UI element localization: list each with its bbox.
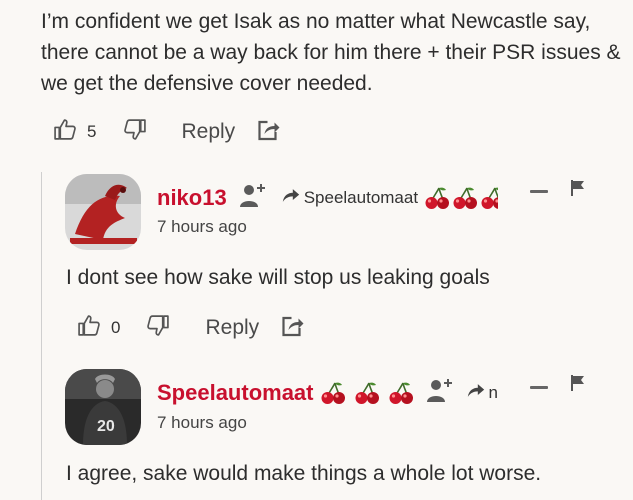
- thumbs-up-icon[interactable]: [77, 313, 102, 343]
- avatar[interactable]: 20: [65, 369, 141, 445]
- share-icon[interactable]: [256, 118, 281, 147]
- thumbs-up-icon[interactable]: [53, 117, 78, 147]
- collapse-icon[interactable]: [530, 190, 548, 193]
- add-user-icon[interactable]: [426, 377, 454, 408]
- add-user-icon[interactable]: [239, 182, 267, 213]
- player-avatar-image: 20: [65, 369, 141, 445]
- parent-comment-text: I’m confident we get Isak as no matter w…: [41, 10, 621, 95]
- cherry-icon: [480, 186, 498, 210]
- cherry-icon: [424, 186, 450, 210]
- comment-header: Speelautomaat n: [157, 377, 498, 408]
- reply-button[interactable]: Reply: [181, 120, 235, 144]
- cherry-icon: [354, 381, 380, 405]
- cherry-icon: [388, 381, 414, 405]
- reply-to[interactable]: n: [466, 382, 498, 404]
- reply-arrow-icon: [281, 187, 301, 209]
- timestamp: 7 hours ago: [157, 217, 247, 236]
- comment-text: I agree, sake would make things a whole …: [66, 462, 542, 485]
- avatar[interactable]: [65, 174, 141, 250]
- thread-line: [41, 172, 42, 500]
- parent-actions: 5 Reply: [53, 117, 281, 147]
- collapse-icon[interactable]: [530, 386, 548, 389]
- reply-to-username: n: [488, 382, 498, 402]
- comment-text: I dont see how sake will stop us leaking…: [66, 266, 490, 289]
- thumbs-down-icon[interactable]: [122, 117, 147, 147]
- thumbs-down-icon[interactable]: [145, 313, 170, 343]
- flag-icon[interactable]: [570, 374, 586, 397]
- reply-to[interactable]: Speelautomaat: [281, 186, 498, 210]
- comment-header: niko13 Speelautomaat: [157, 182, 498, 213]
- liverbird-avatar-image: [65, 174, 141, 250]
- like-count: 5: [87, 122, 97, 141]
- comment-actions: 0 Reply: [77, 313, 305, 343]
- jersey-number: 20: [97, 418, 115, 435]
- share-icon[interactable]: [280, 314, 305, 343]
- cherry-icon: [320, 381, 346, 405]
- username[interactable]: Speelautomaat: [157, 380, 314, 406]
- timestamp: 7 hours ago: [157, 413, 247, 432]
- reply-button[interactable]: Reply: [205, 316, 259, 340]
- reply-arrow-icon: [466, 382, 486, 404]
- flag-icon[interactable]: [570, 179, 586, 202]
- reply-to-username: Speelautomaat: [303, 187, 419, 207]
- username[interactable]: niko13: [157, 185, 227, 211]
- cherry-icon: [452, 186, 478, 210]
- like-count: 0: [111, 318, 121, 337]
